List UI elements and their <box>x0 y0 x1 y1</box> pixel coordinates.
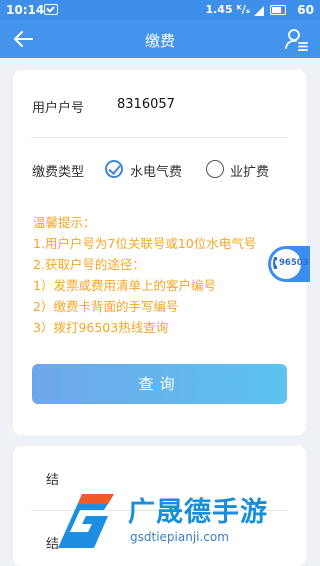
radio-expansion-fee-label[interactable]: 业扩费 <box>230 161 269 180</box>
radio-utility-fee-label[interactable]: 水电气费 <box>130 161 182 180</box>
hotline-float-button[interactable]: 96503 <box>268 246 310 282</box>
fee-type-label: 缴费类型 <box>32 165 85 180</box>
battery-level: 60 <box>297 3 314 17</box>
account-input[interactable]: 8316057 <box>117 97 175 112</box>
user-settings-icon[interactable] <box>284 27 308 51</box>
radio-expansion-fee[interactable] <box>206 160 224 178</box>
watermark: 广晟德手游 gsdtiepianji.com <box>52 486 320 558</box>
network-speed: 1.45 ᴷ/ₛ <box>205 3 250 16</box>
watermark-text: 广晟德手游 <box>128 497 268 528</box>
nav-bar: 缴费 <box>0 20 320 58</box>
divider <box>31 137 288 138</box>
radio-utility-fee[interactable] <box>105 160 123 178</box>
hotline-number: 96503 <box>279 258 309 268</box>
message-icon <box>44 4 58 15</box>
tip-line: 1.用户户号为7位关联号或10位水电气号 <box>33 236 257 251</box>
query-button[interactable]: 查询 <box>32 364 287 404</box>
account-label: 用户户号 <box>32 101 85 116</box>
page-title: 缴费 <box>144 32 175 50</box>
payment-form-card: 用户户号 8316057 缴费类型 水电气费 业扩费 温馨提示： 1.用户户号为… <box>13 70 306 435</box>
watermark-url: gsdtiepianji.com <box>130 530 229 544</box>
tip-line: 1）发票或费用清单上的客户编号 <box>33 278 216 293</box>
tip-line: 2）缴费卡背面的手写编号 <box>33 299 179 314</box>
watermark-logo-icon <box>58 494 114 548</box>
status-time: 10:14 <box>6 3 45 17</box>
battery-icon <box>270 5 286 15</box>
tips-title: 温馨提示： <box>33 215 96 230</box>
tip-line: 3）拨打96503热线查询 <box>33 320 169 335</box>
tip-line: 2.获取户号的途径： <box>33 257 145 272</box>
status-bar: 10:14 1.45 ᴷ/ₛ 60 <box>0 0 320 20</box>
signal-icon <box>254 6 264 16</box>
